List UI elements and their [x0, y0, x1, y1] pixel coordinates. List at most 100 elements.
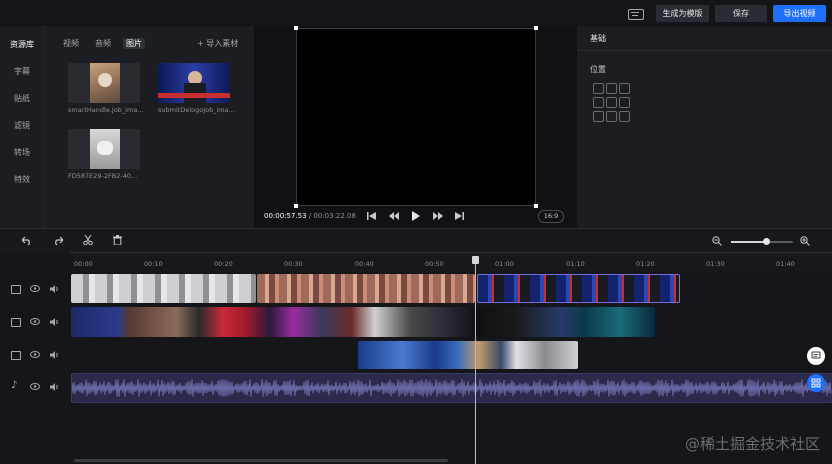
- current-time: 00:00:57.53: [264, 212, 307, 220]
- track-type-icon: [11, 285, 21, 294]
- resource-panel: 视频 音频 图片 + 导入素材 smartHandle.Job_ima... s…: [44, 26, 255, 228]
- position-top-center[interactable]: [606, 83, 617, 94]
- properties-panel: 基础 位置: [577, 26, 832, 228]
- track-type-icon: [11, 351, 21, 360]
- position-top-left[interactable]: [593, 83, 604, 94]
- fast-forward-icon[interactable]: [433, 212, 443, 220]
- position-label: 位置: [590, 65, 606, 74]
- zoom-in-icon[interactable]: [800, 236, 810, 246]
- visibility-eye-icon[interactable]: [30, 383, 40, 390]
- ruler-tick: 01:00: [495, 260, 514, 268]
- timeline-clip-cat[interactable]: [71, 274, 256, 303]
- ruler-tick: 00:50: [425, 260, 444, 268]
- position-bottom-left[interactable]: [593, 111, 604, 122]
- delete-trash-icon[interactable]: [113, 235, 122, 245]
- top-bar: 生成为模版 保存 导出视频: [0, 0, 832, 26]
- section-title: 基础: [590, 34, 606, 43]
- media-caption-3: FD587E29-2FB2-40...: [68, 172, 138, 180]
- preview-panel: 00:00:57.53 / 00:03:22.08 16:9: [254, 26, 577, 228]
- media-thumb-2[interactable]: [158, 63, 230, 103]
- plus-icon: +: [197, 39, 207, 48]
- visibility-eye-icon[interactable]: [30, 285, 40, 292]
- apps-grid-button[interactable]: [807, 374, 825, 392]
- track-controls: [0, 273, 70, 304]
- audio-waveform: [72, 379, 832, 397]
- music-note-icon: ♪: [11, 380, 18, 391]
- track-image-1: [0, 273, 832, 304]
- redo-icon[interactable]: [53, 235, 63, 245]
- visibility-eye-icon[interactable]: [30, 351, 40, 358]
- timeline-clip-news-selected[interactable]: [477, 274, 680, 303]
- nav-item-library[interactable]: 资源库: [0, 39, 44, 50]
- media-thumb-3[interactable]: [68, 129, 140, 169]
- position-middle-left[interactable]: [593, 97, 604, 108]
- visibility-eye-icon[interactable]: [30, 318, 40, 325]
- nav-item-effects[interactable]: 特效: [0, 174, 44, 185]
- playhead-handle[interactable]: [472, 256, 479, 264]
- resize-handle[interactable]: [294, 204, 298, 208]
- tab-audio[interactable]: 音频: [95, 38, 111, 49]
- undo-icon[interactable]: [22, 235, 32, 245]
- tab-video[interactable]: 视频: [63, 38, 79, 49]
- zoom-slider[interactable]: [731, 238, 793, 245]
- import-media-button[interactable]: + 导入素材: [197, 38, 238, 49]
- skip-start-icon[interactable]: [367, 212, 376, 220]
- save-as-template-button[interactable]: 生成为模版: [656, 5, 709, 22]
- ruler-tick: 00:00: [74, 260, 93, 268]
- nav-item-subtitles[interactable]: 字幕: [0, 66, 44, 77]
- track-video-1: [0, 306, 832, 338]
- preview-canvas[interactable]: [294, 26, 538, 208]
- zoom-out-icon[interactable]: [712, 236, 722, 246]
- track-controls: [0, 340, 70, 370]
- total-time: / 00:03:22.08: [308, 212, 356, 220]
- resize-handle[interactable]: [534, 204, 538, 208]
- timeline-scrollbar[interactable]: [74, 459, 448, 462]
- ruler-tick: 01:30: [706, 260, 725, 268]
- export-video-button[interactable]: 导出视频: [773, 5, 826, 22]
- aspect-ratio-button[interactable]: 16:9: [538, 210, 564, 223]
- media-caption-2: submitDelogoJob_ima...: [158, 106, 235, 114]
- tab-images[interactable]: 图片: [123, 38, 145, 49]
- save-button[interactable]: 保存: [715, 5, 767, 22]
- position-center[interactable]: [606, 97, 617, 108]
- resize-handle[interactable]: [534, 26, 538, 30]
- mute-speaker-icon[interactable]: [50, 351, 59, 359]
- position-middle-right[interactable]: [619, 97, 630, 108]
- track-audio: ♪: [0, 372, 832, 403]
- timeline-clip-audio[interactable]: [71, 373, 832, 403]
- watermark: @稀土掘金技术社区: [684, 435, 820, 453]
- timeline-clip-people[interactable]: [257, 274, 475, 303]
- ruler-tick: 00:10: [144, 260, 163, 268]
- mute-speaker-icon[interactable]: [50, 318, 59, 326]
- timeline-ruler[interactable]: 00:00 00:10 00:20 00:30 00:40 00:50 01:0…: [70, 252, 832, 272]
- feedback-chat-button[interactable]: [807, 347, 825, 365]
- track-controls: [0, 306, 70, 338]
- media-thumb-1[interactable]: [68, 63, 140, 103]
- split-scissors-icon[interactable]: [83, 235, 93, 245]
- left-nav: 资源库 字幕 贴纸 滤镜 转场 特效: [0, 26, 44, 228]
- play-icon[interactable]: [412, 211, 420, 221]
- rewind-icon[interactable]: [389, 212, 399, 220]
- zoom-slider-handle[interactable]: [763, 238, 771, 245]
- nav-item-stickers[interactable]: 贴纸: [0, 93, 44, 104]
- ruler-tick: 00:40: [355, 260, 374, 268]
- position-bottom-right[interactable]: [619, 111, 630, 122]
- mute-speaker-icon[interactable]: [50, 383, 59, 391]
- track-image-2: [0, 340, 832, 370]
- position-top-right[interactable]: [619, 83, 630, 94]
- playhead-line[interactable]: [475, 256, 476, 464]
- timeline-clip-broadcast[interactable]: [358, 341, 578, 369]
- ruler-tick: 00:20: [214, 260, 233, 268]
- timeline-clip-video[interactable]: [71, 307, 655, 337]
- nav-item-transitions[interactable]: 转场: [0, 147, 44, 158]
- track-type-icon: [11, 318, 21, 327]
- timeline-toolbar: [0, 228, 832, 253]
- skip-end-icon[interactable]: [455, 212, 464, 220]
- position-bottom-center[interactable]: [606, 111, 617, 122]
- mute-speaker-icon[interactable]: [50, 285, 59, 293]
- nav-item-filters[interactable]: 滤镜: [0, 120, 44, 131]
- keyboard-icon[interactable]: [628, 9, 644, 20]
- resize-handle[interactable]: [294, 26, 298, 30]
- ruler-tick: 01:10: [566, 260, 585, 268]
- ruler-tick: 01:20: [636, 260, 655, 268]
